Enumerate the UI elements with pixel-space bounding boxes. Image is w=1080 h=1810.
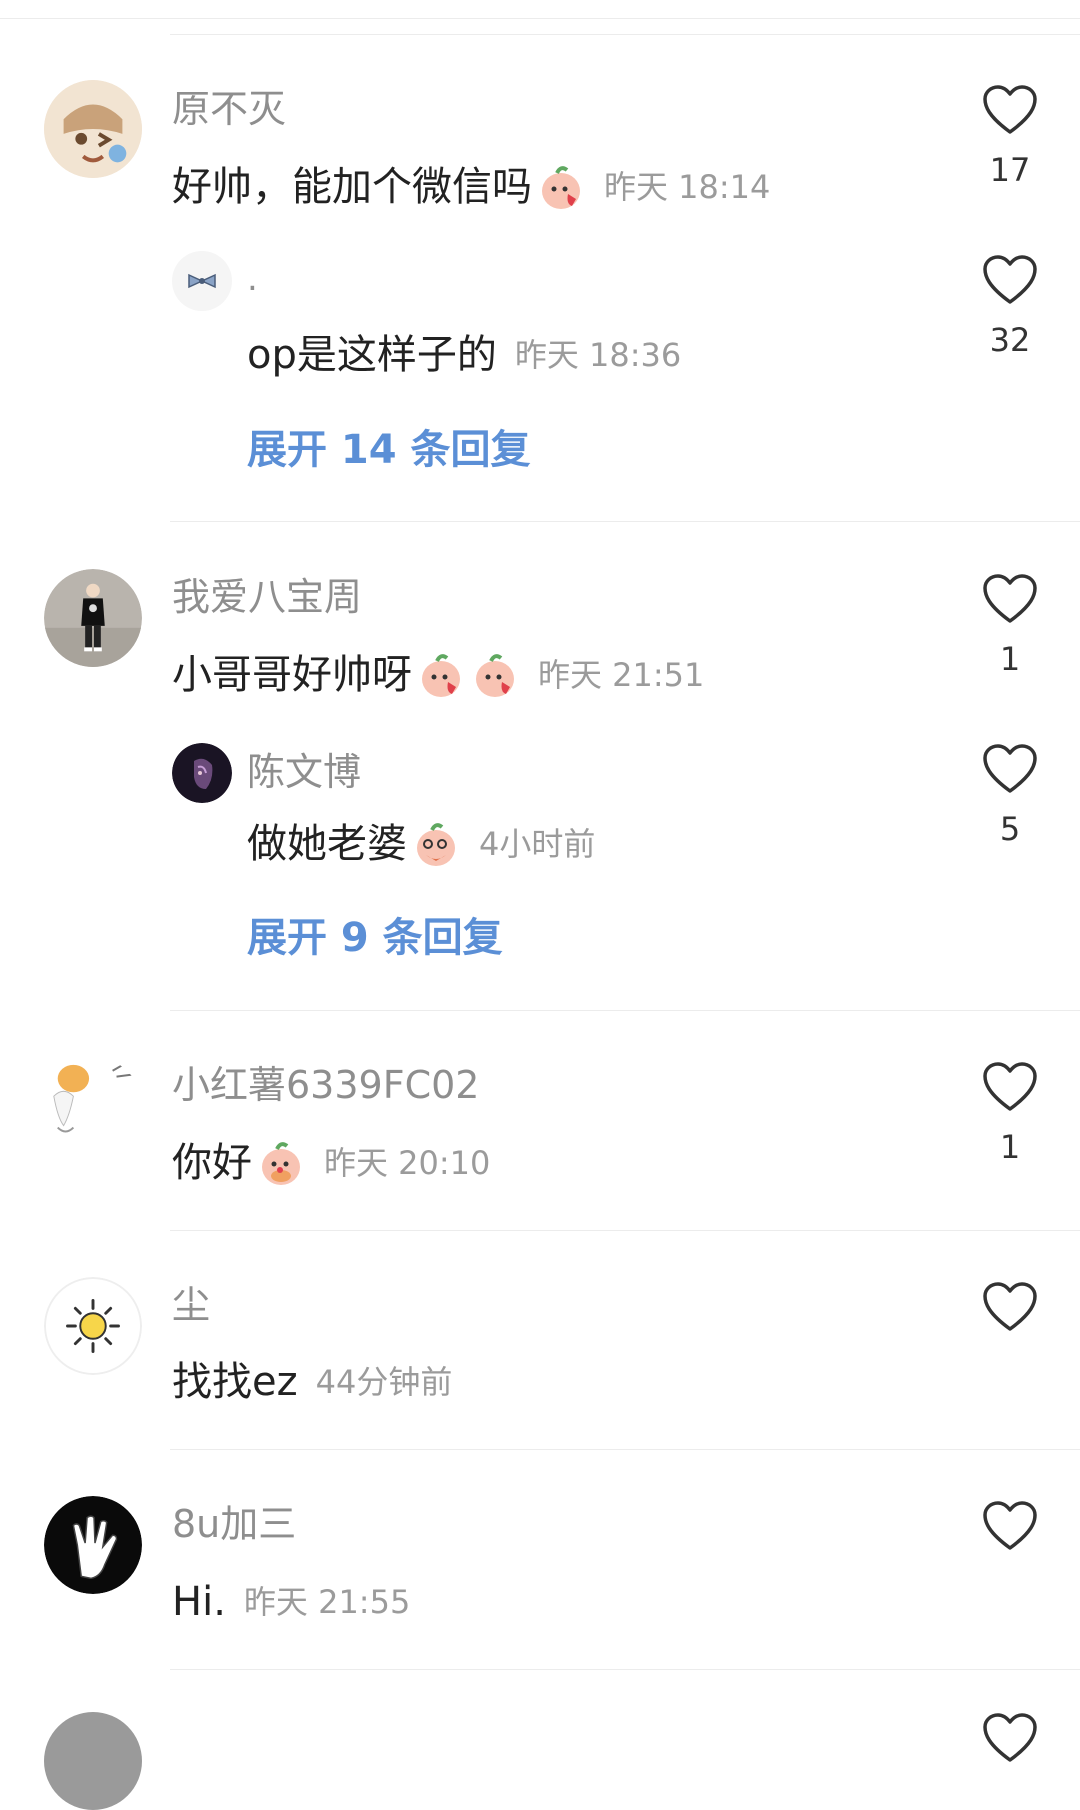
like-count: 32 <box>989 321 1031 359</box>
reply-text: 做她老婆 <box>247 821 407 867</box>
like-button[interactable]: 1 <box>960 1061 1060 1163</box>
heart-icon <box>983 1282 1037 1331</box>
reply-username[interactable]: 陈文博 <box>247 753 361 791</box>
comment-username[interactable]: 小红薯6339FC02 <box>172 1066 479 1104</box>
comment-time: 昨天 18:14 <box>604 168 771 206</box>
peach-kiss-icon <box>536 162 586 212</box>
comment-text: 你好 <box>172 1140 252 1186</box>
peach-kiss-icon <box>416 650 466 700</box>
like-count: 1 <box>999 1128 1021 1166</box>
comment-time: 昨天 20:10 <box>324 1144 491 1182</box>
like-count: 17 <box>989 151 1031 189</box>
like-button[interactable]: 1 <box>960 573 1060 675</box>
like-button[interactable] <box>960 1500 1060 1570</box>
comment-divider <box>170 34 1080 35</box>
reply-username[interactable]: . <box>247 262 258 296</box>
comment-divider <box>170 1669 1080 1670</box>
top-divider <box>0 18 1080 19</box>
avatar[interactable] <box>44 80 142 178</box>
heart-icon <box>983 574 1037 623</box>
comment-body[interactable]: 小哥哥好帅呀 昨天 21:51 <box>172 648 704 702</box>
comment-text: 找找ez <box>172 1359 298 1405</box>
reply-text: op是这样子的 <box>247 332 497 378</box>
avatar[interactable] <box>44 569 142 667</box>
comment-time: 44分钟前 <box>315 1363 453 1401</box>
peach-kiss-icon <box>470 650 520 700</box>
heart-icon <box>983 1062 1037 1111</box>
comment-text: Hi. <box>172 1579 226 1625</box>
comment-divider <box>170 1230 1080 1231</box>
comment-body[interactable]: 找找ez 44分钟前 <box>172 1355 452 1409</box>
avatar[interactable] <box>44 1712 142 1810</box>
comment-body[interactable]: Hi. 昨天 21:55 <box>172 1575 410 1629</box>
peach-giggle-icon <box>411 819 461 869</box>
like-count: 1 <box>999 640 1021 678</box>
avatar[interactable] <box>44 1277 142 1375</box>
heart-icon <box>983 255 1037 304</box>
reply-time: 4小时前 <box>479 825 596 863</box>
like-button[interactable] <box>960 1281 1060 1351</box>
comment-username[interactable]: 我爱八宝周 <box>172 578 362 616</box>
comment-username[interactable]: 尘 <box>172 1286 210 1324</box>
like-button[interactable]: 17 <box>960 84 1060 186</box>
comment-time: 昨天 21:55 <box>243 1583 411 1621</box>
comment-body[interactable]: 你好 昨天 20:10 <box>172 1136 490 1190</box>
reply-body[interactable]: op是这样子的 昨天 18:36 <box>247 330 681 380</box>
comment-time: 昨天 21:51 <box>538 656 705 694</box>
comment-username[interactable]: 8u加三 <box>172 1505 296 1543</box>
reply-body[interactable]: 做她老婆 4小时前 <box>247 817 595 871</box>
peach-shy-icon <box>256 1138 306 1188</box>
comment-username[interactable]: 原不灭 <box>172 90 286 128</box>
reply-time: 昨天 18:36 <box>514 336 682 374</box>
comment-body[interactable]: 好帅，能加个微信吗 昨天 18:14 <box>172 160 770 214</box>
comment-divider <box>170 521 1080 522</box>
avatar[interactable] <box>44 1057 142 1155</box>
expand-replies-button[interactable]: 展开 9 条回复 <box>247 918 503 958</box>
comment-divider <box>170 1449 1080 1450</box>
expand-replies-button[interactable]: 展开 14 条回复 <box>247 430 531 470</box>
like-button[interactable]: 5 <box>960 743 1060 845</box>
heart-icon <box>983 85 1037 134</box>
reply-avatar[interactable] <box>172 743 232 803</box>
comment-divider <box>170 1010 1080 1011</box>
avatar[interactable] <box>44 1496 142 1594</box>
heart-icon <box>983 1501 1037 1550</box>
like-count: 5 <box>999 810 1021 848</box>
heart-icon <box>983 744 1037 793</box>
like-button[interactable]: 32 <box>960 254 1060 356</box>
comment-text: 好帅，能加个微信吗 <box>172 164 532 210</box>
comment-text: 小哥哥好帅呀 <box>172 652 412 698</box>
reply-avatar[interactable] <box>172 251 232 311</box>
